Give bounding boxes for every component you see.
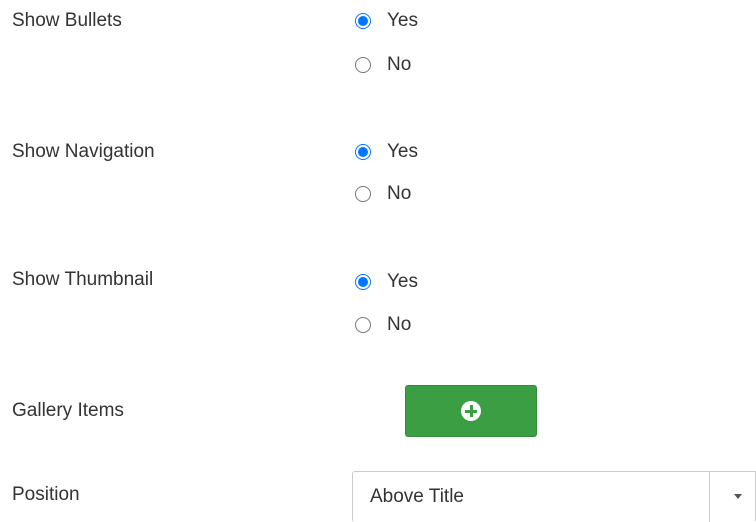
caret-down-icon[interactable] [734,494,742,499]
show-bullets-no-radio[interactable] [355,57,371,73]
show-bullets-yes-option[interactable]: Yes [355,9,418,33]
show-bullets-yes-radio[interactable] [355,13,371,29]
position-selected-value: Above Title [370,486,464,507]
select-divider [709,472,710,522]
show-navigation-no-radio[interactable] [355,186,371,202]
show-bullets-yes-label[interactable]: Yes [387,10,418,32]
show-bullets-label: Show Bullets [12,10,122,31]
show-thumbnail-yes-option[interactable]: Yes [355,270,418,294]
plus-circle-icon [461,401,481,421]
position-label: Position [12,484,80,505]
show-thumbnail-no-option[interactable]: No [355,313,411,337]
show-navigation-no-option[interactable]: No [355,182,411,206]
show-navigation-yes-label[interactable]: Yes [387,141,418,163]
show-navigation-yes-radio[interactable] [355,144,371,160]
show-navigation-label: Show Navigation [12,141,155,162]
position-select[interactable]: Above Title [352,471,756,522]
show-navigation-no-label[interactable]: No [387,183,411,205]
gallery-items-label: Gallery Items [12,400,124,421]
add-gallery-item-button[interactable] [405,385,537,437]
show-thumbnail-label: Show Thumbnail [12,269,154,290]
show-thumbnail-yes-label[interactable]: Yes [387,271,418,293]
show-thumbnail-no-label[interactable]: No [387,314,411,336]
show-navigation-yes-option[interactable]: Yes [355,140,418,164]
show-thumbnail-yes-radio[interactable] [355,274,371,290]
show-bullets-no-label[interactable]: No [387,54,411,76]
show-thumbnail-no-radio[interactable] [355,317,371,333]
show-bullets-no-option[interactable]: No [355,53,411,77]
